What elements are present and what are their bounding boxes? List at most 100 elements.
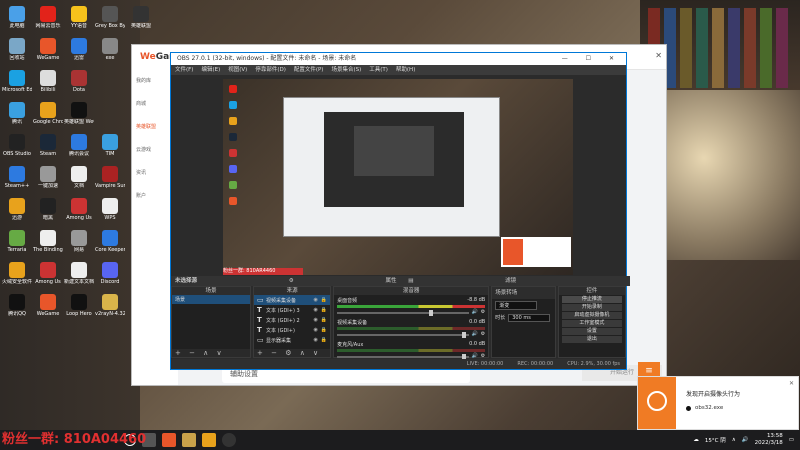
app-icon [71,198,87,214]
desktop-icon[interactable]: 回收站 [2,38,32,74]
desktop-icon[interactable]: 新建文本文档 (2) [64,262,94,298]
desktop-icon[interactable]: Microsoft Edge [2,70,32,106]
desktop-icon[interactable]: Steam++ [2,166,32,202]
properties-button[interactable]: ⚙ 属性 [289,278,397,284]
desktop-icon[interactable]: Discord [95,262,125,298]
speaker-icon[interactable]: 🔊 [472,331,478,337]
gear-icon[interactable]: ⚙ [481,331,485,337]
volume-slider[interactable] [337,354,469,360]
obs-menu-item[interactable]: 视图(V) [228,65,247,75]
obs-menu-item[interactable]: 文件(F) [175,65,193,75]
close-icon[interactable]: ✕ [789,380,794,387]
desktop-icon[interactable]: WeGame [33,294,63,330]
obs-menu-item[interactable]: 配置文件(P) [294,65,324,75]
obs-icon [686,405,691,411]
eye-icon[interactable]: ◉ [314,297,318,303]
desktop-icon[interactable]: 英雄联盟 [126,6,156,42]
eye-icon[interactable]: ◉ [314,327,318,333]
desktop-icon[interactable]: Among Us [33,262,63,298]
desktop-icon[interactable]: Vampire Survivors [95,166,125,202]
eye-icon[interactable]: ◉ [314,337,318,343]
league-taskbar-icon[interactable] [182,433,196,447]
control-button[interactable]: 启动虚拟摄像机 [561,312,622,319]
desktop-icon[interactable]: 网易云音乐 [33,6,63,42]
weather-text[interactable]: 15°C 阴 [705,436,726,444]
desktop-icon[interactable]: Google Chrome [33,102,63,138]
control-button[interactable]: 工作室模式 [561,320,622,327]
desktop-icon[interactable]: Among Us [64,198,94,234]
obs-menu-item[interactable]: 编辑(E) [201,65,220,75]
close-icon[interactable]: ✕ [655,51,662,60]
obs-menu-item[interactable]: 工具(T) [369,65,388,75]
folder-taskbar-icon[interactable] [202,433,216,447]
desktop-icon[interactable]: 火绒安全软件 [2,262,32,298]
desktop-icon[interactable]: 一键加速 [33,166,63,202]
desktop-icon[interactable]: 迅雷 [64,38,94,74]
source-item[interactable]: ▭ 显示器采集 ◉ 🔒 [254,335,330,345]
volume-icon[interactable]: 🔊 [742,437,749,443]
obs-preview[interactable]: 粉丝一群: 810AR4460 [223,79,573,275]
lock-icon[interactable]: 🔒 [321,337,327,343]
obs-menu-item[interactable]: 停靠部件(D) [255,65,286,75]
tray-chevron-icon[interactable]: ∧ [732,437,736,443]
desktop-icon[interactable]: 腾讯QQ [2,294,32,330]
obs-menu-item[interactable]: 场景集合(S) [331,65,361,75]
desktop-icon[interactable]: Grey Box Bytes [95,6,125,42]
source-item[interactable]: T 文本 (GDI+) 3 ◉ 🔒 [254,305,330,315]
lock-icon[interactable]: 🔒 [321,317,327,323]
obs-window[interactable]: OBS 27.0.1 (32-bit, windows) - 配置文件: 未命名… [170,52,630,370]
desktop-icon[interactable]: 腾讯 [2,102,32,138]
desktop-icon[interactable]: 腾讯会议 [64,134,94,170]
desktop-icon[interactable]: v2rayN-4.32 [95,294,125,330]
eye-icon[interactable]: ◉ [314,317,318,323]
desktop-icon[interactable]: 英雄联盟 WeGame [64,102,94,138]
desktop-icon[interactable]: The Binding of Isaac [33,230,63,266]
control-button[interactable]: 设置 [561,328,622,335]
desktop-icon[interactable]: 此电脑 [2,6,32,42]
app-icon [102,230,118,246]
desktop-icon[interactable]: OBS Studio [2,134,32,170]
obs-taskbar-icon[interactable] [222,433,236,447]
control-button[interactable]: 停止推流 [561,296,622,303]
sources-footer[interactable]: + − ⚙ ∧ ∨ [254,349,331,357]
volume-slider[interactable] [337,310,469,316]
desktop-icon[interactable]: Dota [64,70,94,106]
duration-input[interactable]: 300 ms [508,314,551,322]
desktop-icon[interactable]: exe [95,38,125,74]
desktop-icon[interactable]: Loop Hero [64,294,94,330]
transition-select[interactable]: 渐变 [495,301,538,310]
eye-icon[interactable]: ◉ [314,307,318,313]
source-item[interactable]: T 文本 (GDI+) 2 ◉ 🔒 [254,315,330,325]
scene-item[interactable]: 场景 [172,295,251,304]
desktop-icon[interactable]: 文档 [64,166,94,202]
desktop-icon[interactable]: WPS [95,198,125,234]
volume-slider[interactable] [337,332,469,338]
desktop-icon[interactable]: Terraria [2,230,32,266]
wegame-taskbar-icon[interactable] [162,433,176,447]
camera-notification[interactable]: 发现开启摄像头行为 obs32.exe ✕ [637,376,799,430]
filters-button[interactable]: ▤ 滤镜 [408,278,516,284]
lock-icon[interactable]: 🔒 [321,327,327,333]
control-button[interactable]: 退出 [561,336,622,343]
speaker-icon[interactable]: 🔊 [472,309,478,315]
window-controls[interactable]: — ☐ ✕ [562,53,622,65]
source-item[interactable]: ▭ 视频采集设备 ◉ 🔒 [254,295,331,305]
desktop-icon[interactable]: 迅游 [2,198,32,234]
desktop-icon[interactable]: WeGame [33,38,63,74]
lock-icon[interactable]: 🔒 [321,297,327,303]
desktop-icon[interactable]: YY语音 [64,6,94,42]
gear-icon[interactable]: ⚙ [481,309,485,315]
clock[interactable]: 13:58 2022/3/18 [755,433,783,447]
desktop-icon[interactable]: 暗黑 [33,198,63,234]
lock-icon[interactable]: 🔒 [321,307,327,313]
desktop-icon[interactable]: 网易 [64,230,94,266]
desktop-icon[interactable]: Steam [33,134,63,170]
desktop-icon[interactable]: Core Keeper [95,230,125,266]
desktop-icon[interactable]: TIM [95,134,125,170]
scenes-footer[interactable]: + − ∧ ∨ [172,349,251,357]
source-item[interactable]: T 文本 (GDI+) ◉ 🔒 [254,325,330,335]
control-button[interactable]: 开始录制 [561,304,622,311]
notification-center-icon[interactable]: ▭ [789,437,794,443]
obs-menu-item[interactable]: 帮助(H) [396,65,415,75]
desktop-icon[interactable]: Bilibili [33,70,63,106]
